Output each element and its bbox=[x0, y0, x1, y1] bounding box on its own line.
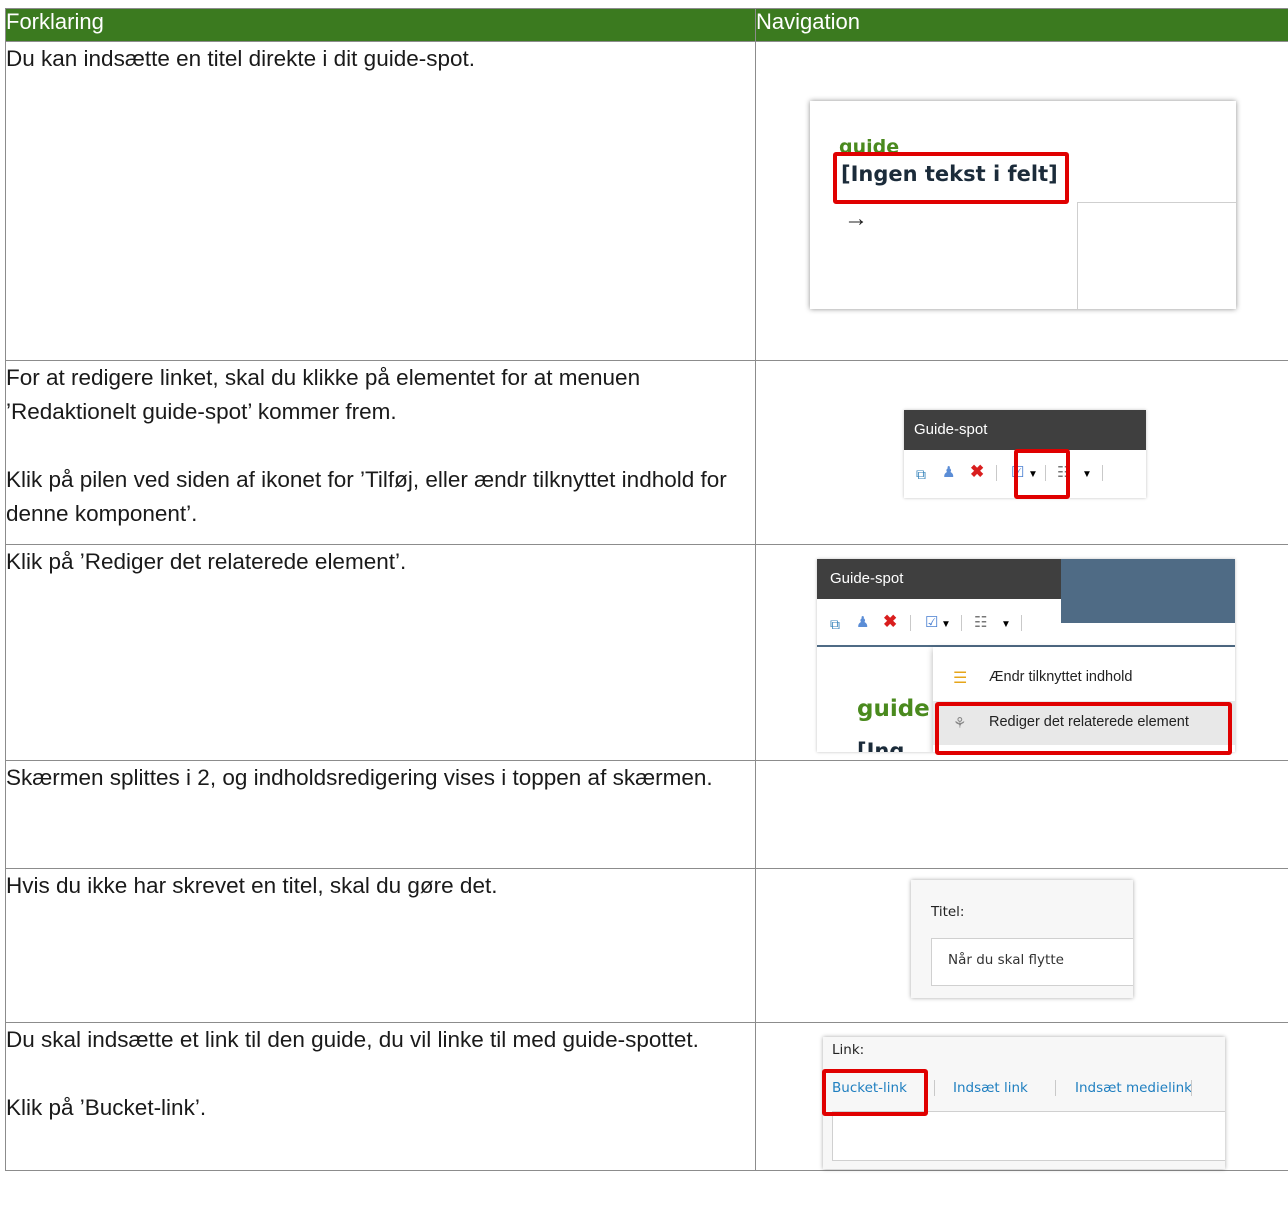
navigation-cell: guide [Ingen tekst i felt] → bbox=[755, 41, 1288, 361]
explanation-cell: Skærmen splittes i 2, og indholdsrediger… bbox=[5, 760, 756, 869]
users-icon[interactable]: ♟ bbox=[856, 614, 869, 632]
explanation-text: Klik på ’Rediger det relaterede element’… bbox=[6, 549, 407, 574]
header-row: Forklaring Navigation bbox=[5, 8, 1288, 42]
navigation-cell: Guide-spot ⧉ ♟ ✖ ☑ ▼ ☷ ▼ bbox=[755, 360, 1288, 545]
title-input-value: Når du skal flytte bbox=[948, 952, 1064, 968]
link-input[interactable] bbox=[832, 1111, 1225, 1161]
menu-item-change-content[interactable]: Ændr tilknyttet indhold bbox=[989, 669, 1132, 685]
file-icon: ☰ bbox=[953, 670, 968, 687]
explanation-text: Klik på ’Bucket-link’. bbox=[6, 1095, 207, 1120]
table-row: Skærmen splittes i 2, og indholdsrediger… bbox=[5, 760, 1288, 869]
explanation-text: Du skal indsætte et link til den guide, … bbox=[6, 1027, 699, 1052]
highlight-box bbox=[935, 702, 1232, 755]
chevron-down-icon[interactable]: ▼ bbox=[941, 616, 951, 634]
navigation-cell: Link: Bucket-link Indsæt link Indsæt med… bbox=[755, 1022, 1288, 1171]
table-row: Klik på ’Rediger det relaterede element’… bbox=[5, 544, 1288, 761]
guide-table: Forklaring Navigation Du kan indsætte en… bbox=[5, 8, 1288, 1171]
navigation-cell bbox=[755, 760, 1288, 869]
users-icon[interactable]: ♟ bbox=[942, 464, 955, 482]
insert-icon[interactable]: ⧉ bbox=[830, 615, 840, 633]
toolbar-title: Guide-spot bbox=[817, 559, 1061, 599]
delete-icon[interactable]: ✖ bbox=[883, 613, 897, 631]
delete-icon[interactable]: ✖ bbox=[970, 463, 984, 481]
title-field-label: Titel: bbox=[931, 904, 965, 920]
explanation-text: Hvis du ikke har skrevet en titel, skal … bbox=[6, 873, 498, 898]
explanation-text: Skærmen splittes i 2, og indholdsrediger… bbox=[6, 765, 713, 790]
column-header-forklaring: Forklaring bbox=[5, 8, 756, 42]
tab-insert-link[interactable]: Indsæt link bbox=[953, 1080, 1028, 1096]
insert-icon[interactable]: ⧉ bbox=[916, 465, 926, 483]
toolbar-separator bbox=[996, 465, 997, 481]
table-row: Hvis du ikke har skrevet en titel, skal … bbox=[5, 868, 1288, 1023]
image-placeholder-frame bbox=[1077, 202, 1236, 309]
toolbar-separator bbox=[910, 615, 911, 631]
highlight-box bbox=[822, 1069, 928, 1116]
navigation-cell: Guide-spot ⧉ ♟ ✖ ☑ ▼ ☷ ▼ guide [Ing ☰ Æn… bbox=[755, 544, 1288, 761]
highlight-box bbox=[833, 152, 1069, 204]
column-header-navigation: Navigation bbox=[755, 8, 1288, 42]
arrow-icon[interactable]: → bbox=[844, 205, 868, 233]
highlight-box bbox=[1014, 449, 1070, 499]
toolbar-separator bbox=[1102, 465, 1103, 481]
explanation-cell: For at redigere linket, skal du klikke p… bbox=[5, 360, 756, 545]
table-row: Du skal indsætte et link til den guide, … bbox=[5, 1022, 1288, 1171]
title-field-preview: Titel: Når du skal flytte bbox=[911, 880, 1133, 998]
tab-separator bbox=[1055, 1080, 1056, 1096]
explanation-cell: Hvis du ikke har skrevet en titel, skal … bbox=[5, 868, 756, 1023]
table-row: For at redigere linket, skal du klikke p… bbox=[5, 360, 1288, 545]
chevron-down-icon[interactable]: ▼ bbox=[1082, 466, 1092, 484]
title-input[interactable]: Når du skal flytte bbox=[931, 938, 1133, 986]
tab-insert-media-link[interactable]: Indsæt medielink bbox=[1075, 1080, 1192, 1096]
chevron-down-icon[interactable]: ▼ bbox=[1001, 616, 1011, 634]
title-placeholder-partial: [Ing bbox=[857, 739, 905, 752]
explanation-cell: Du skal indsætte et link til den guide, … bbox=[5, 1022, 756, 1171]
toolbar-separator bbox=[1021, 615, 1022, 631]
explanation-text: Klik på pilen ved siden af ikonet for ’T… bbox=[6, 467, 727, 526]
toolbar-row bbox=[817, 599, 1061, 645]
explanation-text: For at redigere linket, skal du klikke p… bbox=[6, 365, 641, 424]
table-row: Du kan indsætte en titel direkte i dit g… bbox=[5, 41, 1288, 361]
navigation-cell: Titel: Når du skal flytte bbox=[755, 868, 1288, 1023]
link-field-label: Link: bbox=[832, 1042, 865, 1058]
structure-icon[interactable]: ☷ bbox=[974, 614, 987, 632]
edit-content-icon[interactable]: ☑ bbox=[925, 614, 938, 632]
toolbar-separator bbox=[961, 615, 962, 631]
explanation-cell: Klik på ’Rediger det relaterede element’… bbox=[5, 544, 756, 761]
guide-spot-preview: guide [Ingen tekst i felt] → bbox=[810, 101, 1236, 309]
guide-label: guide bbox=[857, 696, 930, 722]
tab-separator bbox=[1191, 1080, 1192, 1096]
tab-separator bbox=[934, 1080, 935, 1096]
toolbar-title: Guide-spot bbox=[904, 410, 1146, 450]
explanation-cell: Du kan indsætte en titel direkte i dit g… bbox=[5, 41, 756, 361]
explanation-text: Du kan indsætte en titel direkte i dit g… bbox=[6, 46, 476, 71]
